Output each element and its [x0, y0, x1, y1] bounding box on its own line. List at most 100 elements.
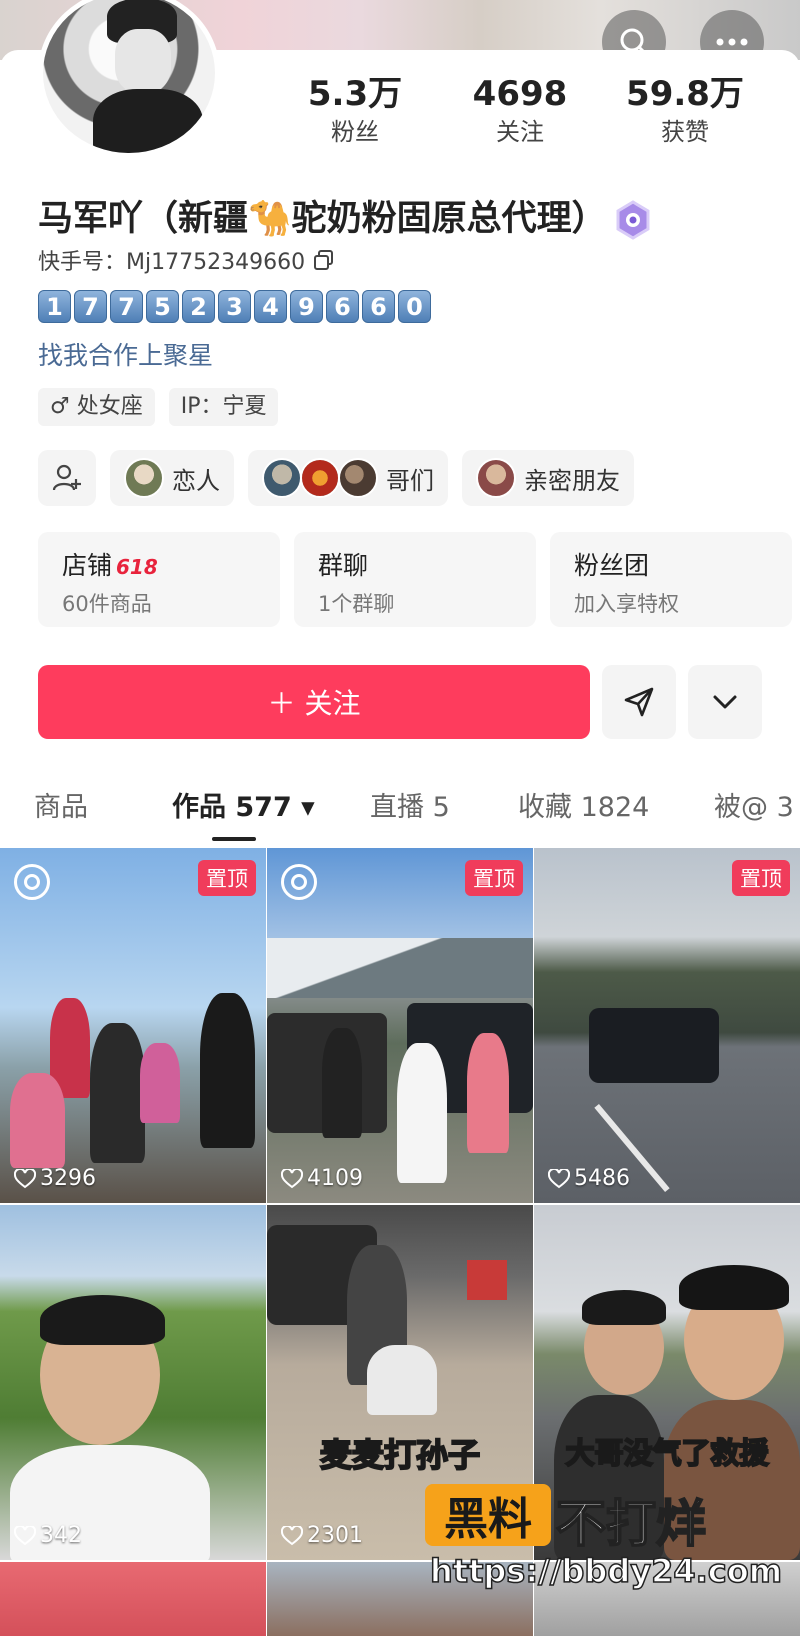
- chevron-down-icon: [713, 695, 737, 709]
- avatar[interactable]: [38, 0, 220, 158]
- avatar: [338, 458, 378, 498]
- card-subtitle: 60件商品: [62, 592, 152, 616]
- digit-keycap: 7: [74, 290, 107, 323]
- shop-card[interactable]: 店铺 618 60件商品: [38, 532, 280, 627]
- profile-stats: 5.3万 粉丝 4698 关注 59.8万 获赞: [280, 72, 760, 148]
- like-count-value: 5486: [574, 1166, 630, 1191]
- pinned-badge: 置顶: [198, 860, 256, 896]
- card-title: 店铺: [62, 551, 113, 580]
- digit-keycap: 7: [110, 290, 143, 323]
- active-tab-indicator: [212, 837, 256, 841]
- digit-keycap: 9: [290, 290, 323, 323]
- like-count: 2301: [281, 1523, 363, 1548]
- copy-icon[interactable]: [313, 249, 335, 271]
- video-tile[interactable]: 置顶 5486: [534, 848, 800, 1203]
- send-message-button[interactable]: [602, 665, 676, 739]
- stat-label: 获赞: [661, 118, 709, 146]
- relation-close-friends[interactable]: 亲密朋友: [462, 450, 634, 506]
- card-subtitle: 加入享特权: [574, 592, 679, 616]
- tab-products[interactable]: 商品: [34, 785, 88, 824]
- digit-keycap: 0: [398, 290, 431, 323]
- follow-label: ＋ 关注: [267, 687, 361, 720]
- stat-following[interactable]: 4698 关注: [445, 72, 595, 148]
- video-tile[interactable]: 置顶 3296: [0, 848, 266, 1203]
- like-count-value: 3296: [40, 1166, 96, 1191]
- phone-digit-emojis: 1 7 7 5 2 3 4 9 6 6 0: [38, 290, 431, 323]
- kuaishou-id: 快手号：Mj17752349660: [38, 250, 306, 275]
- verified-badge-icon[interactable]: [613, 200, 653, 240]
- like-count: 342: [14, 1523, 82, 1548]
- digit-keycap: 6: [362, 290, 395, 323]
- content-tabs: 商品 作品 577 ▾ 直播 5 收藏 1824 被@ 3: [0, 785, 800, 845]
- ip-location-tag: IP：宁夏: [168, 388, 279, 426]
- relation-label: 恋人: [172, 466, 220, 495]
- kuaishou-id-row: 快手号：Mj17752349660: [38, 244, 335, 276]
- like-count: 5486: [548, 1166, 630, 1191]
- digit-keycap: 2: [182, 290, 215, 323]
- send-icon: [624, 687, 654, 717]
- watermark-url: https://bbdy24.com: [429, 1551, 783, 1591]
- video-tile[interactable]: 置顶 4109: [267, 848, 533, 1203]
- avatar: [300, 458, 340, 498]
- heart-icon: [14, 1525, 36, 1545]
- promo-badge: 618: [116, 555, 158, 579]
- heart-icon: [548, 1168, 570, 1188]
- add-friend-button[interactable]: [38, 450, 96, 506]
- pinned-badge: 置顶: [465, 860, 523, 896]
- watermark-logo: 黑料: [425, 1484, 551, 1546]
- digit-keycap: 5: [146, 290, 179, 323]
- tab-mentions[interactable]: 被@ 3: [714, 785, 794, 824]
- follow-button[interactable]: ＋ 关注: [38, 665, 590, 739]
- live-indicator-icon: [281, 864, 317, 900]
- relations-row: 恋人 哥们 亲密朋友: [38, 450, 634, 506]
- like-count: 3296: [14, 1166, 96, 1191]
- group-chat-card[interactable]: 群聊 1个群聊: [294, 532, 536, 627]
- heart-icon: [14, 1168, 36, 1188]
- tab-favorites[interactable]: 收藏 1824: [518, 785, 649, 824]
- watermark-text: 不打烊: [555, 1494, 707, 1554]
- tab-works[interactable]: 作品 577 ▾: [172, 785, 315, 824]
- avatar: [476, 458, 516, 498]
- video-tile[interactable]: 342: [0, 1205, 266, 1560]
- profile-name-row: 马军吖（新疆🐪驼奶粉固原总代理）: [38, 190, 653, 241]
- stat-label: 关注: [496, 118, 544, 146]
- zodiac-tag: ♂ 处女座: [38, 388, 155, 426]
- stat-value: 4698: [472, 74, 568, 114]
- digit-keycap: 3: [218, 290, 251, 323]
- stat-label: 粉丝: [331, 118, 379, 146]
- avatar: [262, 458, 302, 498]
- card-subtitle: 1个群聊: [318, 592, 395, 616]
- stat-value: 59.8万: [626, 74, 744, 114]
- heart-icon: [281, 1525, 303, 1545]
- more-icon: [716, 38, 748, 46]
- like-count: 4109: [281, 1166, 363, 1191]
- stat-fans[interactable]: 5.3万 粉丝: [280, 72, 430, 148]
- video-caption: 大哥没气了救援: [564, 1435, 769, 1471]
- like-count-value: 342: [40, 1523, 82, 1548]
- expand-recommend-button[interactable]: [688, 665, 762, 739]
- digit-keycap: 6: [326, 290, 359, 323]
- video-tile[interactable]: [0, 1562, 266, 1636]
- like-count-value: 4109: [307, 1166, 363, 1191]
- relation-lover[interactable]: 恋人: [110, 450, 234, 506]
- digit-keycap: 4: [254, 290, 287, 323]
- relation-label: 哥们: [386, 466, 434, 495]
- fan-club-card[interactable]: 粉丝团 加入享特权: [550, 532, 792, 627]
- live-indicator-icon: [14, 864, 50, 900]
- tab-live[interactable]: 直播 5: [370, 785, 450, 824]
- card-title: 群聊: [318, 551, 369, 580]
- card-title: 粉丝团: [574, 551, 650, 580]
- relation-buddies[interactable]: 哥们: [248, 450, 448, 506]
- avatar: [124, 458, 164, 498]
- relation-label: 亲密朋友: [524, 466, 620, 495]
- stat-likes[interactable]: 59.8万 获赞: [610, 72, 760, 148]
- profile-name: 马军吖（新疆🐪驼奶粉固原总代理）: [38, 199, 607, 239]
- pinned-badge: 置顶: [732, 860, 790, 896]
- add-friend-icon: [52, 464, 81, 491]
- cooperation-link[interactable]: 找我合作上聚星: [38, 336, 213, 372]
- profile-tags: ♂ 处女座 IP：宁夏: [38, 388, 279, 426]
- stat-value: 5.3万: [307, 74, 403, 114]
- digit-keycap: 1: [38, 290, 71, 323]
- video-caption: 麦麦打孙子: [319, 1435, 481, 1475]
- heart-icon: [281, 1168, 303, 1188]
